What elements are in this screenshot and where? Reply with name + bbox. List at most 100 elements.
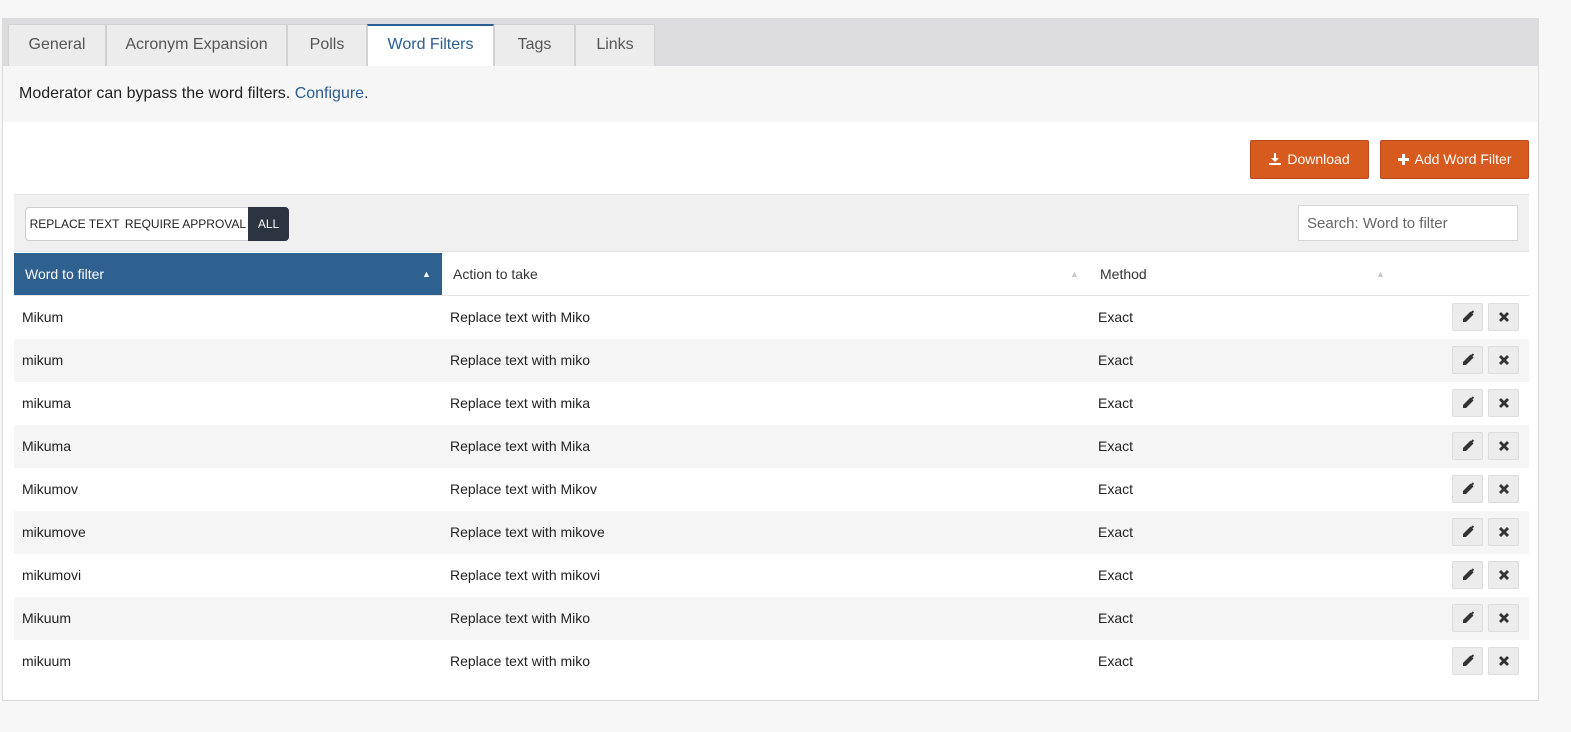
close-icon xyxy=(1499,613,1509,623)
tab-general[interactable]: General xyxy=(8,24,106,66)
download-label: Download xyxy=(1287,151,1350,167)
pencil-icon xyxy=(1463,611,1475,623)
cell-method: Exact xyxy=(1098,309,1134,325)
edit-button[interactable] xyxy=(1452,303,1483,331)
sort-arrow-icon: ▲ xyxy=(1376,269,1385,279)
cell-method: Exact xyxy=(1098,524,1134,540)
info-bar: Moderator can bypass the word filters. C… xyxy=(3,66,1538,122)
cell-method: Exact xyxy=(1098,352,1134,368)
cell-word: mikumove xyxy=(22,524,86,540)
column-action-to-take[interactable]: Action to take ▲ xyxy=(442,253,1089,295)
filter-replace-text[interactable]: REPLACE TEXT xyxy=(25,207,124,241)
cell-word: Mikuma xyxy=(22,438,72,454)
edit-button[interactable] xyxy=(1452,346,1483,374)
table-row: Mikum Replace text with Miko Exact xyxy=(14,296,1529,339)
cell-method: Exact xyxy=(1098,395,1134,411)
pencil-icon xyxy=(1463,525,1475,537)
cell-word: mikuum xyxy=(22,653,72,669)
edit-button[interactable] xyxy=(1452,561,1483,589)
cell-action: Replace text with miko xyxy=(450,653,591,669)
configure-link[interactable]: Configure xyxy=(295,85,364,102)
cell-action: Replace text with Mika xyxy=(450,438,591,454)
add-word-filter-button[interactable]: Add Word Filter xyxy=(1380,140,1529,179)
sort-arrow-icon: ▲ xyxy=(422,269,431,279)
search-input[interactable] xyxy=(1298,205,1518,241)
download-button[interactable]: Download xyxy=(1250,140,1369,179)
cell-method: Exact xyxy=(1098,567,1134,583)
cell-word: mikumovi xyxy=(22,567,82,583)
filter-all[interactable]: ALL xyxy=(248,207,289,241)
close-icon xyxy=(1499,570,1509,580)
delete-button[interactable] xyxy=(1488,389,1519,417)
cell-word: mikuma xyxy=(22,395,72,411)
table-body: Mikum Replace text with Miko Exact mikum Rep… xyxy=(14,296,1529,683)
pencil-icon xyxy=(1463,654,1475,666)
column-word-label: Word to filter xyxy=(25,266,105,282)
delete-button[interactable] xyxy=(1488,647,1519,675)
delete-button[interactable] xyxy=(1488,303,1519,331)
close-icon xyxy=(1499,484,1509,494)
info-text: Moderator can bypass the word filters. xyxy=(19,85,291,102)
close-icon xyxy=(1499,355,1509,365)
edit-button[interactable] xyxy=(1452,432,1483,460)
tab-word-filters[interactable]: Word Filters xyxy=(367,24,494,66)
delete-button[interactable] xyxy=(1488,561,1519,589)
cell-word: Mikumov xyxy=(22,481,79,497)
cell-word: mikum xyxy=(22,352,64,368)
tab-tags[interactable]: Tags xyxy=(494,24,575,66)
cell-word: Mikum xyxy=(22,309,64,325)
close-icon xyxy=(1499,656,1509,666)
cell-method: Exact xyxy=(1098,653,1134,669)
pencil-icon xyxy=(1463,568,1475,580)
edit-button[interactable] xyxy=(1452,604,1483,632)
delete-button[interactable] xyxy=(1488,604,1519,632)
add-word-filter-label: Add Word Filter xyxy=(1414,151,1512,167)
pencil-icon xyxy=(1463,439,1475,451)
pencil-icon xyxy=(1463,482,1475,494)
cell-action: Replace text with Miko xyxy=(450,309,591,325)
edit-button[interactable] xyxy=(1452,518,1483,546)
table-row: mikumovi Replace text with mikovi Exact xyxy=(14,554,1529,597)
tab-links[interactable]: Links xyxy=(575,24,655,66)
cell-word: Mikuum xyxy=(22,610,72,626)
delete-button[interactable] xyxy=(1488,475,1519,503)
pencil-icon xyxy=(1463,353,1475,365)
close-icon xyxy=(1499,441,1509,451)
plus-icon xyxy=(1397,154,1409,165)
tab-acronym-expansion[interactable]: Acronym Expansion xyxy=(106,24,287,66)
delete-button[interactable] xyxy=(1488,432,1519,460)
cell-method: Exact xyxy=(1098,438,1134,454)
table-row: mikumove Replace text with mikove Exact xyxy=(14,511,1529,554)
cell-method: Exact xyxy=(1098,610,1134,626)
table-header: Word to filter ▲ Action to take ▲ Method… xyxy=(14,253,1529,296)
column-word-to-filter[interactable]: Word to filter ▲ xyxy=(14,253,442,295)
cell-action: Replace text with Mikov xyxy=(450,481,598,497)
cell-action: Replace text with Miko xyxy=(450,610,591,626)
cell-action: Replace text with mikovi xyxy=(450,567,601,583)
word-filters-panel: General Acronym Expansion Polls Word Fil… xyxy=(2,18,1539,701)
close-icon xyxy=(1499,398,1509,408)
table-row: Mikumov Replace text with Mikov Exact xyxy=(14,468,1529,511)
tab-bar: General Acronym Expansion Polls Word Fil… xyxy=(3,19,1538,66)
download-icon xyxy=(1269,153,1282,165)
pencil-icon xyxy=(1463,310,1475,322)
close-icon xyxy=(1499,312,1509,322)
delete-button[interactable] xyxy=(1488,346,1519,374)
edit-button[interactable] xyxy=(1452,475,1483,503)
cell-action: Replace text with mikove xyxy=(450,524,605,540)
pencil-icon xyxy=(1463,396,1475,408)
table-row: Mikuum Replace text with Miko Exact xyxy=(14,597,1529,640)
tab-polls[interactable]: Polls xyxy=(287,24,367,66)
table-row: Mikuma Replace text with Mika Exact xyxy=(14,425,1529,468)
filter-toolbar: REPLACE TEXT REQUIRE APPROVAL ALL xyxy=(14,194,1529,252)
column-action-label: Action to take xyxy=(453,266,538,282)
edit-button[interactable] xyxy=(1452,647,1483,675)
sort-arrow-icon: ▲ xyxy=(1070,269,1079,279)
delete-button[interactable] xyxy=(1488,518,1519,546)
column-method-label: Method xyxy=(1100,266,1147,282)
column-method[interactable]: Method ▲ xyxy=(1089,253,1389,295)
filter-require-approval[interactable]: REQUIRE APPROVAL xyxy=(123,207,249,241)
edit-button[interactable] xyxy=(1452,389,1483,417)
cell-action: Replace text with mika xyxy=(450,395,591,411)
cell-method: Exact xyxy=(1098,481,1134,497)
